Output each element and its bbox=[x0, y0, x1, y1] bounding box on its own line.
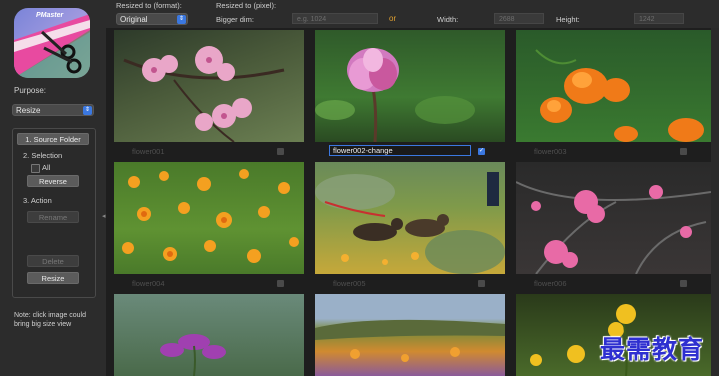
note-text: Note: click image could bring big size v… bbox=[14, 312, 86, 328]
or-label: or bbox=[389, 14, 397, 23]
bigger-dim-label: Bigger dim: bbox=[216, 15, 254, 24]
image-thumbnail[interactable] bbox=[315, 30, 505, 142]
image-thumbnail[interactable] bbox=[114, 30, 304, 142]
width-label: Width: bbox=[437, 15, 459, 24]
splitter-handle-icon[interactable]: ◂ bbox=[102, 212, 106, 220]
width-input[interactable]: 2688 bbox=[494, 13, 544, 24]
purpose-label: Purpose: bbox=[14, 86, 47, 95]
source-folder-button[interactable]: 1. Source Folder bbox=[17, 133, 89, 145]
action-label: 3. Action bbox=[23, 196, 52, 205]
purpose-select[interactable]: Resize ⇕ bbox=[12, 104, 94, 116]
grid-scrollbar[interactable] bbox=[711, 28, 719, 376]
app-icon-text: PMaster bbox=[36, 12, 64, 19]
delete-button[interactable]: Delete bbox=[27, 255, 79, 267]
pixel-label: Resized to (pixel): bbox=[216, 1, 277, 10]
all-label: All bbox=[42, 163, 51, 172]
height-label: Height: bbox=[556, 15, 580, 24]
image-checkbox[interactable] bbox=[478, 280, 485, 287]
purpose-select-value: Resize bbox=[16, 106, 41, 115]
image-checkbox[interactable] bbox=[680, 148, 687, 155]
app-icon: PMaster bbox=[14, 8, 90, 78]
resize-options-bar: Resized to (format): Original ⇕ Resized … bbox=[106, 0, 719, 28]
watermark-logo: 最需教育 bbox=[600, 335, 705, 364]
image-caption[interactable]: flower003 bbox=[534, 147, 567, 156]
resize-button[interactable]: Resize bbox=[27, 272, 79, 284]
format-label: Resized to (format): bbox=[116, 1, 182, 10]
image-thumbnail[interactable] bbox=[114, 162, 304, 274]
rename-button[interactable]: Rename bbox=[27, 211, 79, 223]
image-thumbnail[interactable] bbox=[114, 294, 304, 376]
format-select-value: Original bbox=[120, 15, 148, 24]
image-thumbnail[interactable] bbox=[516, 162, 711, 274]
image-thumbnail[interactable] bbox=[315, 294, 505, 376]
image-caption[interactable]: flower005 bbox=[333, 279, 366, 288]
reverse-button[interactable]: Reverse bbox=[27, 175, 79, 187]
image-checkbox-checked[interactable]: ✓ bbox=[478, 148, 485, 155]
image-caption[interactable]: flower006 bbox=[534, 279, 567, 288]
sidebar: PMaster Purpose: Resize ⇕ 1. Source Fold… bbox=[0, 0, 107, 376]
select-arrows-icon: ⇕ bbox=[177, 15, 186, 24]
height-input[interactable]: 1242 bbox=[634, 13, 684, 24]
image-caption-input[interactable]: flower002-change bbox=[329, 145, 471, 156]
image-caption[interactable]: flower001 bbox=[132, 147, 165, 156]
workflow-panel: 1. Source Folder 2. Selection All Revers… bbox=[12, 128, 96, 298]
image-grid: flower001 flower002-change ✓ flower003 f… bbox=[106, 28, 719, 376]
image-thumbnail[interactable] bbox=[516, 30, 711, 142]
image-checkbox[interactable] bbox=[277, 280, 284, 287]
image-checkbox[interactable] bbox=[680, 280, 687, 287]
image-caption[interactable]: flower004 bbox=[132, 279, 165, 288]
image-checkbox[interactable] bbox=[277, 148, 284, 155]
image-thumbnail[interactable] bbox=[315, 162, 505, 274]
selection-label: 2. Selection bbox=[23, 151, 63, 160]
format-select[interactable]: Original ⇕ bbox=[116, 13, 188, 25]
all-checkbox[interactable] bbox=[31, 164, 40, 173]
select-arrows-icon: ⇕ bbox=[83, 106, 92, 115]
bigger-dim-input[interactable]: e.g. 1024 bbox=[292, 13, 378, 24]
